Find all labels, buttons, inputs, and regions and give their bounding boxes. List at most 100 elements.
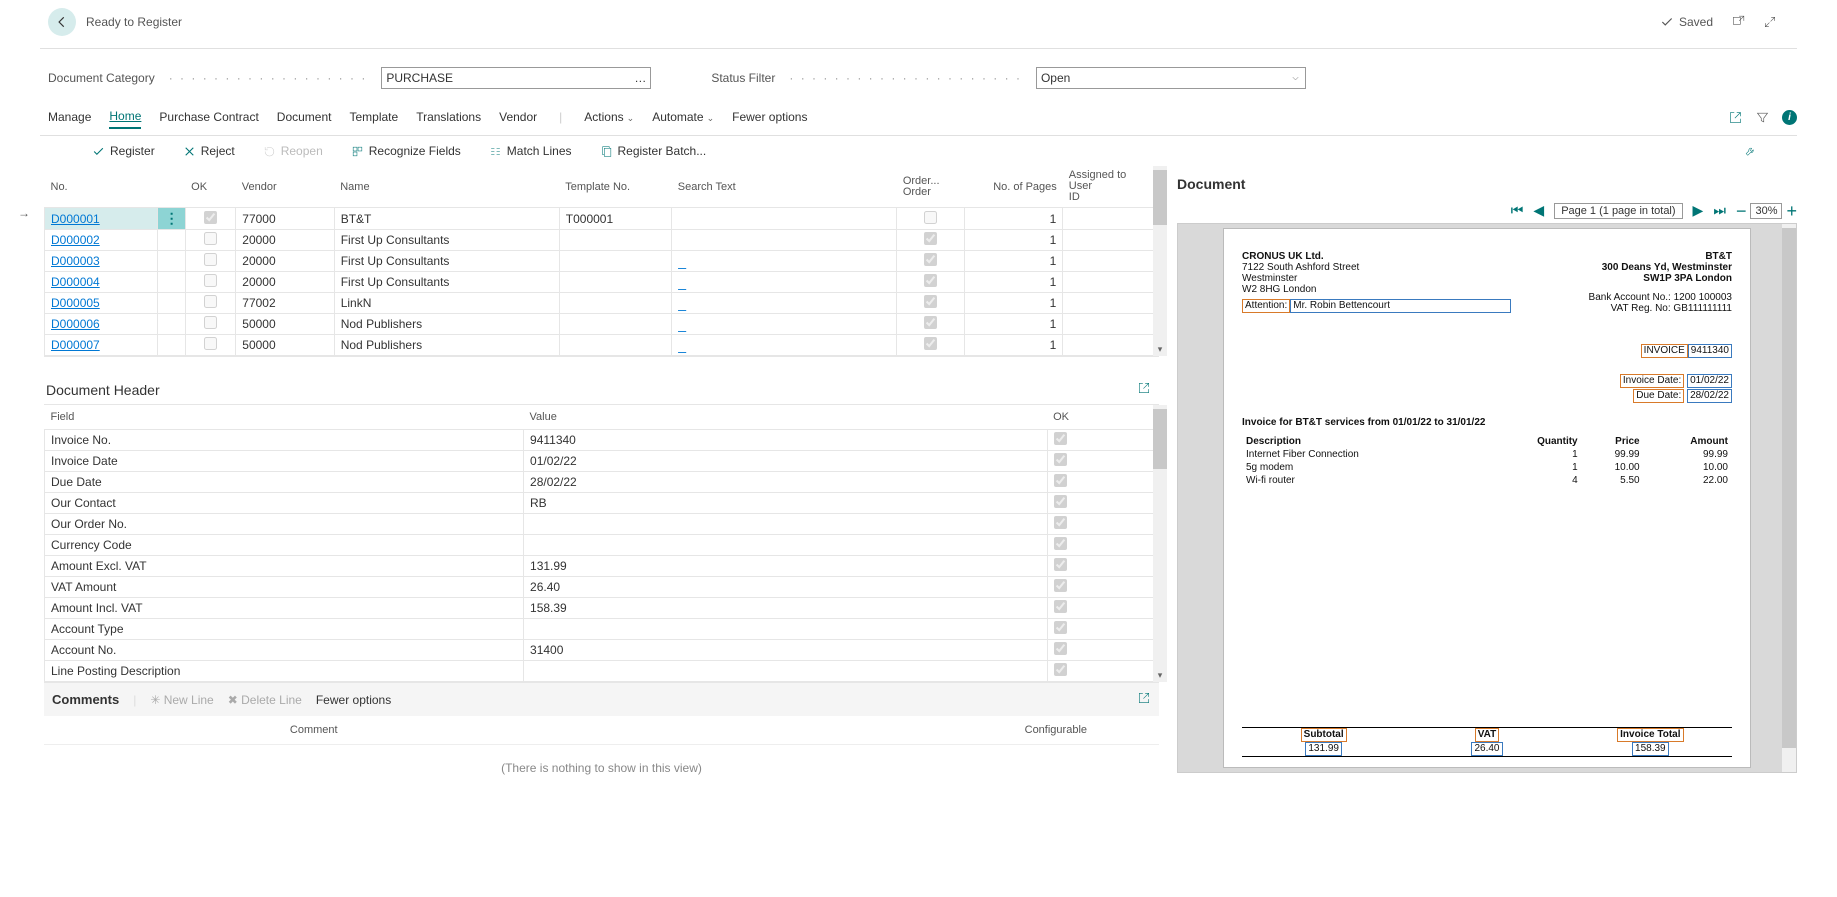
tab-template[interactable]: Template — [349, 106, 398, 128]
hok-checkbox[interactable] — [1054, 516, 1067, 529]
doc-no-link[interactable]: D000007 — [51, 338, 100, 352]
col-no[interactable]: No. — [45, 166, 158, 208]
order-checkbox[interactable] — [924, 211, 937, 224]
header-row[interactable]: Our Order No. — [45, 514, 1159, 535]
ok-checkbox[interactable] — [204, 295, 217, 308]
ok-checkbox[interactable] — [204, 316, 217, 329]
zoom-out-button[interactable]: − — [1736, 205, 1747, 217]
hok-checkbox[interactable] — [1054, 453, 1067, 466]
register-button[interactable]: Register — [92, 144, 155, 158]
table-row[interactable]: D000001⋮77000BT&TT0000011 — [45, 208, 1159, 230]
ok-checkbox[interactable] — [204, 337, 217, 350]
doc-no-link[interactable]: D000003 — [51, 254, 100, 268]
col-name[interactable]: Name — [334, 166, 559, 208]
hok-checkbox[interactable] — [1054, 432, 1067, 445]
hok-checkbox[interactable] — [1054, 495, 1067, 508]
hok-checkbox[interactable] — [1054, 558, 1067, 571]
tab-purchase-contract[interactable]: Purchase Contract — [159, 106, 258, 128]
hok-checkbox[interactable] — [1054, 600, 1067, 613]
table-row[interactable]: D00000650000Nod Publishers_1 — [45, 314, 1159, 335]
doc-category-select[interactable]: PURCHASE … — [381, 67, 651, 89]
header-row[interactable]: Account No.31400 — [45, 640, 1159, 661]
header-row[interactable]: Amount Incl. VAT158.39 — [45, 598, 1159, 619]
order-checkbox[interactable] — [924, 253, 937, 266]
share-comments-icon[interactable] — [1137, 691, 1151, 708]
col-value[interactable]: Value — [524, 405, 1048, 430]
col-configurable[interactable]: Configurable — [572, 724, 1148, 736]
header-row[interactable]: Our ContactRB — [45, 493, 1159, 514]
info-icon[interactable]: i — [1782, 110, 1797, 125]
tab-fewer-options[interactable]: Fewer options — [732, 106, 807, 128]
doc-no-link[interactable]: D000002 — [51, 233, 100, 247]
table-row[interactable]: D00000420000First Up Consultants_1 — [45, 272, 1159, 293]
hok-checkbox[interactable] — [1054, 579, 1067, 592]
tab-vendor[interactable]: Vendor — [499, 106, 537, 128]
header-row[interactable]: Line Posting Description — [45, 661, 1159, 682]
col-hok[interactable]: OK — [1047, 405, 1158, 430]
comments-fewer-options[interactable]: Fewer options — [316, 693, 391, 707]
tab-translations[interactable]: Translations — [416, 106, 481, 128]
ok-checkbox[interactable] — [204, 232, 217, 245]
last-page-button[interactable]: ⏭ — [1713, 202, 1726, 219]
zoom-in-button[interactable]: + — [1786, 205, 1797, 217]
header-row[interactable]: Account Type — [45, 619, 1159, 640]
header-row[interactable]: Due Date28/02/22 — [45, 472, 1159, 493]
tab-automate[interactable]: Automate⌄ — [652, 106, 714, 128]
ok-checkbox[interactable] — [204, 274, 217, 287]
hok-checkbox[interactable] — [1054, 474, 1067, 487]
recognize-fields-button[interactable]: Recognize Fields — [351, 144, 461, 158]
zoom-value[interactable]: 30% — [1750, 203, 1782, 219]
col-order[interactable]: Order...Order — [897, 166, 965, 208]
document-header-grid[interactable]: Field Value OK Invoice No.9411340Invoice… — [44, 405, 1159, 682]
hok-checkbox[interactable] — [1054, 621, 1067, 634]
status-filter-select[interactable]: Open — [1036, 67, 1306, 89]
col-search[interactable]: Search Text — [672, 166, 897, 208]
table-row[interactable]: D00000320000First Up Consultants_1 — [45, 251, 1159, 272]
header-row[interactable]: Amount Excl. VAT131.99 — [45, 556, 1159, 577]
col-vendor[interactable]: Vendor — [236, 166, 334, 208]
hok-checkbox[interactable] — [1054, 537, 1067, 550]
col-field[interactable]: Field — [45, 405, 524, 430]
header-scrollbar[interactable]: ▾ — [1153, 405, 1167, 682]
doc-no-link[interactable]: D000005 — [51, 296, 100, 310]
hok-checkbox[interactable] — [1054, 663, 1067, 676]
next-page-button[interactable]: ▶ — [1693, 202, 1704, 219]
row-menu-button[interactable] — [157, 272, 185, 293]
row-menu-button[interactable] — [157, 335, 185, 356]
header-row[interactable]: Currency Code — [45, 535, 1159, 556]
document-viewer[interactable]: CRONUS UK Ltd. 7122 South Ashford Street… — [1177, 223, 1797, 773]
row-menu-button[interactable] — [157, 314, 185, 335]
back-button[interactable] — [48, 8, 76, 36]
col-assigned[interactable]: Assigned to UserID — [1063, 166, 1159, 208]
tab-home[interactable]: Home — [109, 105, 141, 129]
order-checkbox[interactable] — [924, 295, 937, 308]
order-checkbox[interactable] — [924, 316, 937, 329]
grid-scrollbar[interactable]: ▾ — [1153, 166, 1167, 356]
document-grid[interactable]: No. OK Vendor Name Template No. Search T… — [44, 166, 1159, 356]
row-menu-button[interactable] — [157, 293, 185, 314]
tab-document[interactable]: Document — [277, 106, 332, 128]
doc-no-link[interactable]: D000006 — [51, 317, 100, 331]
share-icon[interactable] — [1728, 110, 1743, 125]
prev-page-button[interactable]: ◀ — [1533, 202, 1544, 219]
ok-checkbox[interactable] — [204, 211, 217, 224]
share-header-icon[interactable] — [1137, 381, 1151, 398]
table-row[interactable]: D00000220000First Up Consultants1 — [45, 230, 1159, 251]
match-lines-button[interactable]: Match Lines — [489, 144, 572, 158]
viewer-scrollbar[interactable] — [1782, 224, 1796, 772]
col-pages[interactable]: No. of Pages — [964, 166, 1062, 208]
ok-checkbox[interactable] — [204, 253, 217, 266]
filter-icon[interactable] — [1755, 110, 1770, 125]
first-page-button[interactable]: ⏮ — [1511, 202, 1524, 219]
hok-checkbox[interactable] — [1054, 642, 1067, 655]
order-checkbox[interactable] — [924, 337, 937, 350]
reject-button[interactable]: Reject — [183, 144, 235, 158]
row-menu-button[interactable] — [157, 230, 185, 251]
table-row[interactable]: D00000750000Nod Publishers_1 — [45, 335, 1159, 356]
header-row[interactable]: VAT Amount26.40 — [45, 577, 1159, 598]
order-checkbox[interactable] — [924, 232, 937, 245]
table-row[interactable]: D00000577002LinkN_1 — [45, 293, 1159, 314]
row-menu-button[interactable] — [157, 251, 185, 272]
order-checkbox[interactable] — [924, 274, 937, 287]
register-batch-button[interactable]: Register Batch... — [600, 144, 707, 158]
